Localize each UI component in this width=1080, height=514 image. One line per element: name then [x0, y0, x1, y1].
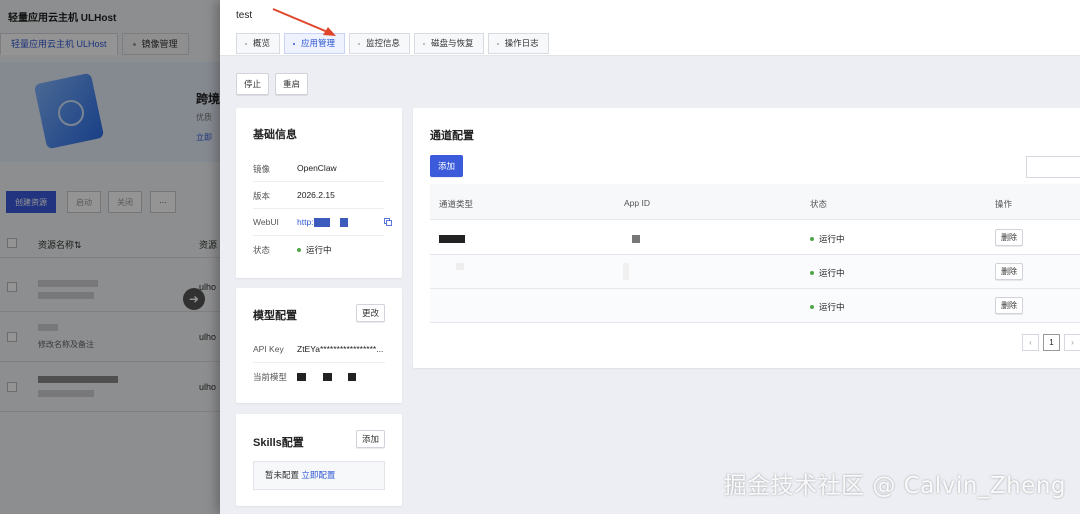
skills-empty-state: 暂未配置 立即配置 — [253, 461, 385, 490]
status-dot-icon — [810, 270, 814, 275]
status-cell: 运行中 — [810, 301, 845, 313]
status-cell: 运行中 — [810, 233, 845, 245]
table-row: 运行中 删除 — [430, 289, 1080, 323]
channel-table-header: 通道类型 App ID 状态 操作 — [430, 184, 1080, 220]
status-dot-icon — [810, 304, 814, 309]
table-row: 运行中 删除 — [430, 255, 1080, 289]
model-config-card: 模型配置 更改 API Key ZtEYa*****************..… — [236, 288, 402, 403]
add-channel-button[interactable]: 添加 — [430, 155, 464, 177]
edit-model-button[interactable]: 更改 — [356, 304, 386, 322]
info-row-version: 版本 2026.2.15 — [253, 182, 384, 209]
tab-operation-log[interactable]: 操作日志 — [487, 33, 549, 54]
col-channel-type: 通道类型 — [439, 199, 474, 209]
redacted-url — [313, 218, 330, 228]
prev-page-button[interactable]: ‹ — [1022, 334, 1039, 351]
redacted-url — [339, 218, 348, 228]
delete-button[interactable]: 删除 — [995, 263, 1023, 280]
redacted-model — [297, 372, 306, 381]
next-page-button[interactable]: › — [1064, 334, 1080, 351]
redacted-model — [348, 372, 356, 381]
add-skill-button[interactable]: 添加 — [356, 430, 386, 448]
tab-dot-icon — [423, 42, 426, 45]
info-row-webui: WebUI http: — [253, 209, 392, 236]
model-config-title: 模型配置 — [253, 310, 297, 322]
drawer-header: test 概览 应用管理 监控信息 磁盘与恢复 操作日志 — [220, 0, 1080, 56]
current-model-value — [297, 371, 356, 381]
redacted-app-id — [632, 235, 640, 243]
tab-dot-icon — [358, 42, 361, 45]
skills-config-card: Skills配置 添加 暂未配置 立即配置 — [236, 414, 402, 506]
channel-config-title: 通道配置 — [430, 130, 474, 142]
redacted-app-id — [623, 263, 629, 280]
info-row-status: 状态 运行中 — [253, 245, 332, 255]
delete-button[interactable]: 删除 — [995, 229, 1023, 246]
status-cell: 运行中 — [810, 267, 845, 279]
tab-monitoring[interactable]: 监控信息 — [349, 33, 411, 54]
overlay-mask[interactable] — [0, 0, 220, 514]
tab-dot-icon — [496, 42, 499, 45]
basic-info-card: 基础信息 镜像 OpenClaw 版本 2026.2.15 WebUI http… — [236, 108, 402, 278]
drawer-title: test — [236, 10, 253, 21]
detail-drawer: test 概览 应用管理 监控信息 磁盘与恢复 操作日志 停止 重启 基础信息 … — [220, 0, 1080, 514]
col-status: 状态 — [810, 199, 828, 209]
configure-now-link[interactable]: 立即配置 — [301, 470, 335, 480]
col-actions: 操作 — [995, 199, 1013, 209]
copy-icon[interactable] — [384, 218, 392, 226]
redacted-channel-type — [439, 235, 465, 243]
webui-link[interactable]: http: — [297, 217, 348, 228]
channel-config-card: 通道配置 添加 通道类型 App ID 状态 操作 运行中 删除 运行中 删除 … — [413, 108, 1080, 368]
info-row-image: 镜像 OpenClaw — [253, 155, 384, 182]
table-row: 运行中 删除 — [430, 221, 1080, 255]
skills-config-title: Skills配置 — [253, 437, 304, 449]
redacted-model — [323, 372, 332, 381]
tab-dot-icon — [293, 42, 296, 45]
basic-info-title: 基础信息 — [253, 129, 297, 141]
stop-button[interactable]: 停止 — [236, 73, 270, 95]
col-app-id: App ID — [624, 198, 650, 208]
red-arrow-annotation — [272, 8, 336, 36]
tab-dot-icon — [245, 42, 247, 45]
info-row-api-key: API Key ZtEYa*****************... — [253, 336, 385, 363]
restart-button[interactable]: 重启 — [275, 73, 309, 95]
delete-button[interactable]: 删除 — [995, 297, 1023, 314]
search-input[interactable] — [1026, 156, 1080, 178]
info-row-current-model: 当前模型 — [253, 363, 384, 390]
redacted-channel-type — [456, 263, 464, 270]
watermark: 掘金技术社区 @ Calvin_Zheng — [723, 473, 1066, 499]
status-dot-icon — [810, 236, 814, 241]
page-1-button[interactable]: 1 — [1043, 334, 1060, 351]
status-dot-icon — [297, 247, 301, 252]
tab-disk-recovery[interactable]: 磁盘与恢复 — [414, 33, 484, 54]
